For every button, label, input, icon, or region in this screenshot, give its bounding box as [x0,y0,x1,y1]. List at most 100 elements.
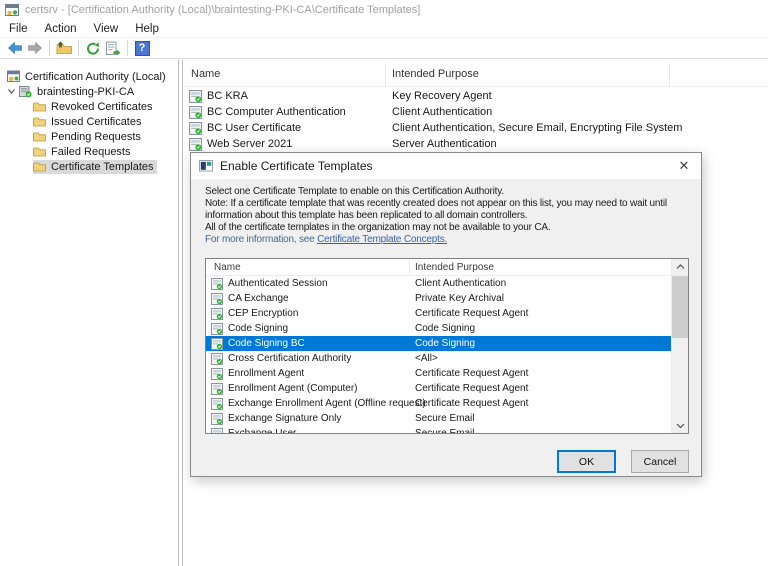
list-item-selected[interactable]: Code Signing BC Code Signing [206,336,671,351]
up-one-level-button[interactable] [54,39,74,57]
list-item[interactable]: Enrollment Agent (Computer) Certificate … [206,381,671,396]
column-header-purpose[interactable]: Intended Purpose [415,262,494,273]
template-name: Code Signing BC [228,338,305,349]
tree-item-label: Failed Requests [51,145,131,158]
template-purpose: Client Authentication [392,105,493,118]
template-purpose: Private Key Archival [415,292,504,304]
certificate-template-icon [189,121,202,135]
template-name: Authenticated Session [228,278,328,289]
close-icon[interactable]: ✕ [667,153,701,179]
tree-item-label: braintesting-PKI-CA [37,85,135,98]
certificate-template-icon [211,367,223,380]
table-row[interactable]: BC KRA Key Recovery Agent [183,88,768,104]
list-item-partial[interactable]: Exchange User Secure Email [206,426,671,434]
title-bar: certsrv - [Certification Authority (Loca… [0,0,768,20]
certificate-template-icon [211,337,223,350]
tree-item-pending-requests[interactable]: Pending Requests [0,129,178,144]
list-item[interactable]: Exchange Signature Only Secure Email [206,411,671,426]
export-list-button[interactable] [103,39,123,57]
certificate-template-icon [189,89,202,103]
app-window: certsrv - [Certification Authority (Loca… [0,0,768,566]
dialog-title: Enable Certificate Templates [220,159,373,173]
template-name: Web Server 2021 [207,138,293,150]
template-name: BC KRA [207,90,248,102]
toolbar: ? [0,38,768,59]
scroll-up-icon[interactable] [672,259,688,274]
list-header: Name Intended Purpose [183,61,768,87]
menu-help[interactable]: Help [135,23,159,35]
template-purpose: <All> [415,352,438,364]
tree-item-certification-authority[interactable]: Certification Authority (Local) [0,69,178,84]
certificate-template-concepts-link[interactable]: Certificate Template Concepts. [317,234,447,245]
tree-item-certificate-templates[interactable]: Certificate Templates [0,159,178,174]
scroll-down-icon[interactable] [672,418,688,433]
tree-item-failed-requests[interactable]: Failed Requests [0,144,178,159]
template-purpose: Certificate Request Agent [415,397,529,409]
description-line: information about this template has been… [205,210,528,221]
refresh-icon [87,41,100,55]
help-button[interactable]: ? [132,39,152,57]
list-item[interactable]: Exchange Enrollment Agent (Offline reque… [206,396,671,411]
scrollbar[interactable] [671,259,688,433]
list-item[interactable]: Code Signing Code Signing [206,321,671,336]
menu-view[interactable]: View [94,23,119,35]
template-purpose: Server Authentication [392,137,497,150]
template-listbox: Name Intended Purpose Authenticated Sess… [205,258,689,434]
toolbar-separator [49,40,50,56]
cancel-button[interactable]: Cancel [631,450,689,473]
list-item[interactable]: Cross Certification Authority <All> [206,351,671,366]
column-divider[interactable] [669,63,670,87]
forward-button[interactable] [25,39,45,57]
tree-item-ca[interactable]: braintesting-PKI-CA [0,84,178,99]
table-row[interactable]: BC User Certificate Client Authenticatio… [183,120,768,136]
more-info-lead: For more information, see [205,234,318,245]
template-name: BC User Certificate [207,122,302,134]
template-purpose: Code Signing [415,337,476,349]
forward-arrow-icon [28,41,42,55]
list-item[interactable]: CEP Encryption Certificate Request Agent [206,306,671,321]
menu-bar: File Action View Help [0,20,768,38]
more-info-line: For more information, see Certificate Te… [205,234,667,246]
toolbar-separator [127,40,128,56]
ca-server-icon [19,86,32,98]
column-header-name[interactable]: Name [214,262,241,273]
template-name: BC Computer Authentication [207,106,346,118]
menu-file[interactable]: File [9,23,28,35]
folder-icon [33,132,46,142]
ok-button[interactable]: OK [557,450,616,473]
back-arrow-icon [8,41,22,55]
certificate-template-icon [211,277,223,290]
listbox-rows: Authenticated Session Client Authenticat… [206,276,671,434]
certificate-template-icon [211,397,223,410]
list-item[interactable]: Authenticated Session Client Authenticat… [206,276,671,291]
enable-certificate-templates-dialog: Enable Certificate Templates ✕ Select on… [190,152,702,477]
table-row[interactable]: BC Computer Authentication Client Authen… [183,104,768,120]
template-name: Enrollment Agent [228,368,305,379]
dialog-icon [199,160,213,172]
certificate-template-icon [189,105,202,119]
table-row[interactable]: Web Server 2021 Server Authentication [183,136,768,152]
column-divider[interactable] [409,260,410,275]
tree-item-issued-certificates[interactable]: Issued Certificates [0,114,178,129]
description-line: Select one Certificate Template to enabl… [205,186,504,197]
tree-item-revoked-certificates[interactable]: Revoked Certificates [0,99,178,114]
chevron-down-icon[interactable] [6,86,17,97]
column-header-purpose[interactable]: Intended Purpose [392,68,479,80]
column-header-name[interactable]: Name [191,68,220,80]
menu-action[interactable]: Action [45,23,77,35]
list-item[interactable]: Enrollment Agent Certificate Request Age… [206,366,671,381]
certificate-template-icon [211,292,223,305]
refresh-button[interactable] [83,39,103,57]
template-purpose: Code Signing [415,322,476,334]
dialog-title-bar: Enable Certificate Templates ✕ [191,153,701,179]
scrollbar-thumb[interactable] [672,276,688,338]
list-item[interactable]: CA Exchange Private Key Archival [206,291,671,306]
template-name: Exchange User [228,428,297,434]
tree-selected-highlight: Certificate Templates [33,159,157,174]
tree-item-label: Issued Certificates [51,115,142,128]
back-button[interactable] [5,39,25,57]
template-purpose: Certificate Request Agent [415,382,529,394]
template-name: Exchange Enrollment Agent (Offline reque… [228,398,426,409]
column-divider[interactable] [385,63,386,87]
tree-item-label: Certificate Templates [51,160,154,173]
